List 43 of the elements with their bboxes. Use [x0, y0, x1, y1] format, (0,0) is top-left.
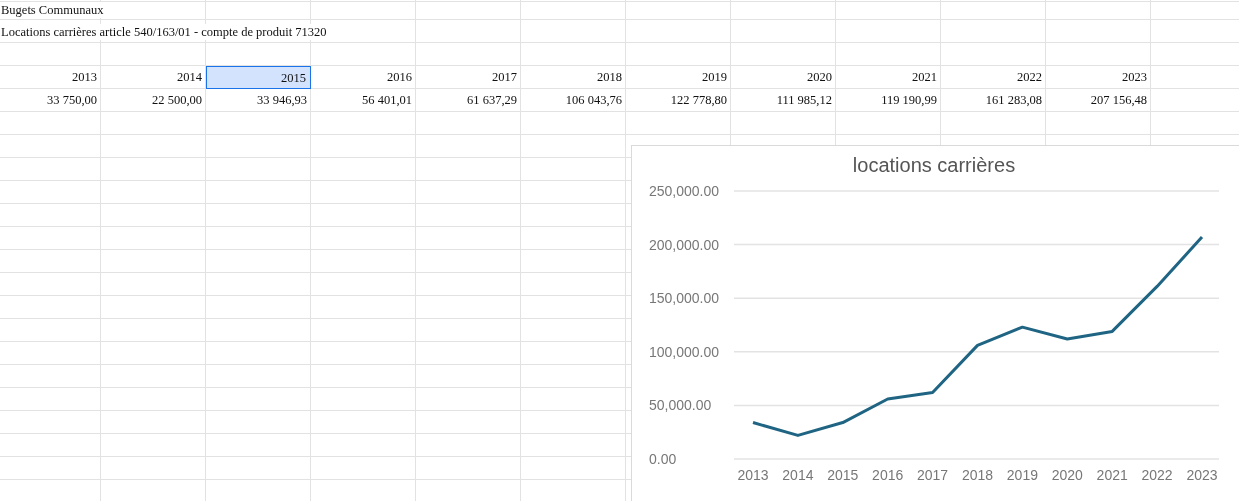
table-cell[interactable]: 122 778,80 — [626, 89, 731, 112]
table-cell[interactable]: 2013 — [0, 66, 101, 89]
axis-label: 2019 — [1006, 467, 1038, 483]
axis-label: 2015 — [827, 467, 859, 483]
table-cell[interactable]: 61 637,29 — [416, 89, 521, 112]
sheet-title: Bugets Communaux — [0, 2, 106, 18]
table-cell[interactable]: 33 946,93 — [206, 89, 311, 112]
axis-label: 50,000.00 — [649, 397, 712, 414]
axis-label: 2013 — [737, 467, 769, 483]
table-cell[interactable]: 2022 — [941, 66, 1046, 89]
table-cell[interactable]: 33 750,00 — [0, 89, 101, 112]
axis-label: 200,000.00 — [649, 236, 720, 253]
axis-label: 2022 — [1141, 467, 1173, 483]
table-cell[interactable]: 111 985,12 — [731, 89, 836, 112]
axis-label: 100,000.00 — [649, 343, 720, 360]
axis-label: 2014 — [782, 467, 814, 483]
chart-title: locations carrières — [852, 154, 1016, 176]
axis-label: 2023 — [1186, 467, 1218, 483]
table-cell[interactable]: 2023 — [1046, 66, 1151, 89]
axis-label: 2018 — [961, 467, 994, 483]
axis-label: 2021 — [1096, 467, 1128, 483]
axis-label: 250,000.00 — [649, 183, 720, 199]
line-chart[interactable]: locations carrières 0.00 50,000.00 100,000.00 150,000.00 200,000.00 250,000.00 2013 2014 2015 2016 2017 2018 2019 2020 2021 2022 2023 — [631, 145, 1239, 501]
table-cell[interactable]: 207 156,48 — [1046, 89, 1151, 112]
table-cell[interactable]: 2018 — [521, 66, 626, 89]
axis-label: 2017 — [917, 467, 949, 483]
table-cell[interactable]: 2016 — [311, 66, 416, 89]
table-cell[interactable]: 161 283,08 — [941, 89, 1046, 112]
axis-label: 2016 — [872, 467, 904, 483]
table-cell[interactable]: 22 500,00 — [101, 89, 206, 112]
table-cell[interactable]: 106 043,76 — [521, 89, 626, 112]
table-cell[interactable]: 2017 — [416, 66, 521, 89]
table-cell[interactable]: 2020 — [731, 66, 836, 89]
table-cell[interactable]: 2015 — [206, 66, 311, 89]
sheet-subtitle: Locations carrières article 540/163/01 - compte de produit 71320 — [0, 23, 329, 40]
table-cell[interactable]: 56 401,01 — [311, 89, 416, 112]
table-cell[interactable]: 2014 — [101, 66, 206, 89]
table-cell[interactable]: 2019 — [626, 66, 731, 89]
axis-label: 2020 — [1051, 467, 1083, 483]
axis-label: 150,000.00 — [649, 290, 720, 307]
table-cell[interactable]: 2021 — [836, 66, 941, 89]
axis-label: 0.00 — [649, 451, 677, 467]
table-cell[interactable]: 119 190,99 — [836, 89, 941, 112]
